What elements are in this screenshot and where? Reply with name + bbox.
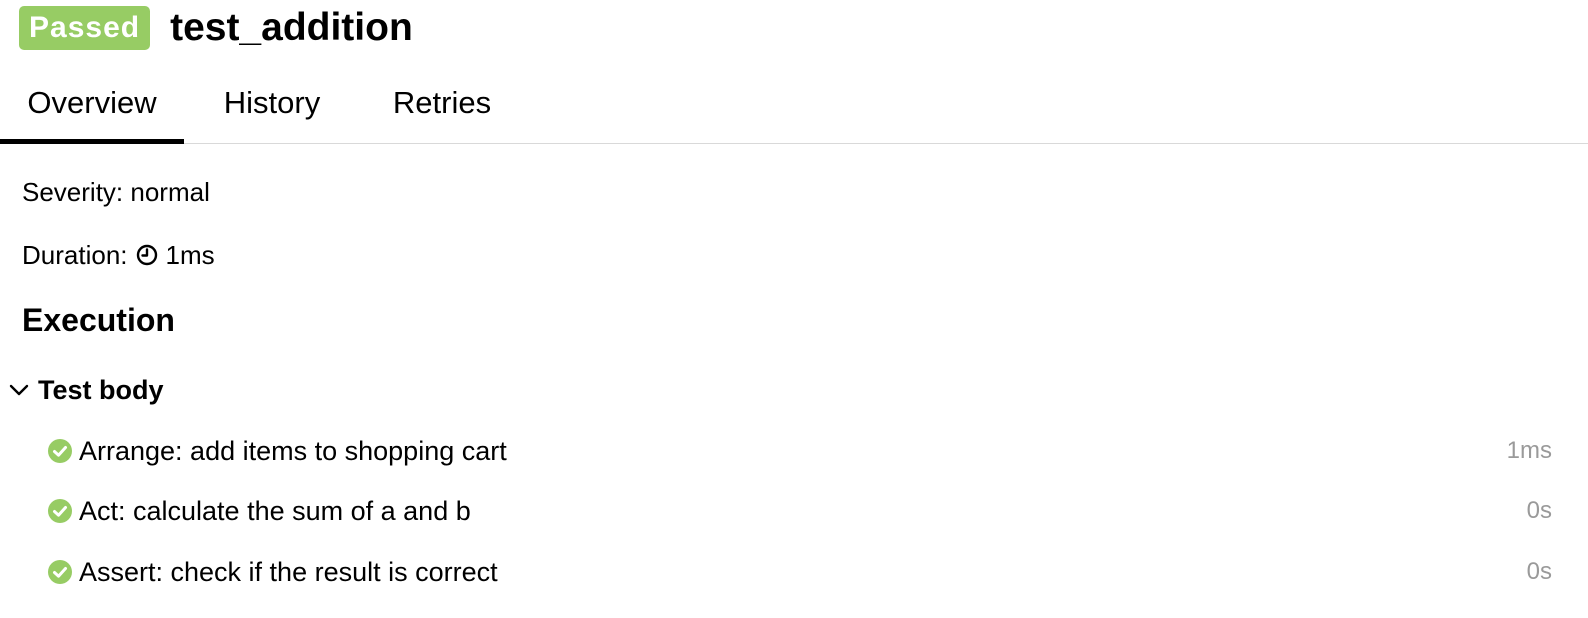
duration-line: Duration: 1ms [22,239,215,271]
tab-history[interactable]: History [210,72,334,143]
test-title: test_addition [170,6,413,49]
group-title: Test body [38,374,164,405]
test-header: Passed test_addition [19,6,413,50]
tab-bar: Overview History Retries [0,72,1588,144]
step-duration: 0s [1526,558,1552,585]
check-circle-icon [48,499,72,523]
step-label: Arrange: add items to shopping cart [79,435,507,466]
step-row[interactable]: Arrange: add items to shopping cart 1ms [48,431,1552,471]
duration-label: Duration: [22,240,128,270]
duration-value: 1ms [165,240,215,270]
check-circle-icon [48,439,72,463]
clock-icon [136,244,157,266]
step-row[interactable]: Act: calculate the sum of a and b 0s [48,491,1552,531]
step-row[interactable]: Assert: check if the result is correct 0… [48,552,1552,592]
severity-text: Severity: normal [22,177,210,207]
status-badge: Passed [19,6,151,50]
step-duration: 0s [1526,497,1552,524]
chevron-down-icon [9,384,29,396]
step-duration: 1ms [1506,437,1552,464]
check-circle-icon [48,560,72,584]
step-label: Assert: check if the result is correct [79,556,498,587]
tab-retries[interactable]: Retries [380,72,504,143]
execution-title: Execution [22,302,175,338]
severity-line: Severity: normal [22,176,210,208]
test-body-group-toggle[interactable]: Test body [8,372,164,408]
step-label: Act: calculate the sum of a and b [79,495,471,526]
tab-overview[interactable]: Overview [0,72,184,144]
